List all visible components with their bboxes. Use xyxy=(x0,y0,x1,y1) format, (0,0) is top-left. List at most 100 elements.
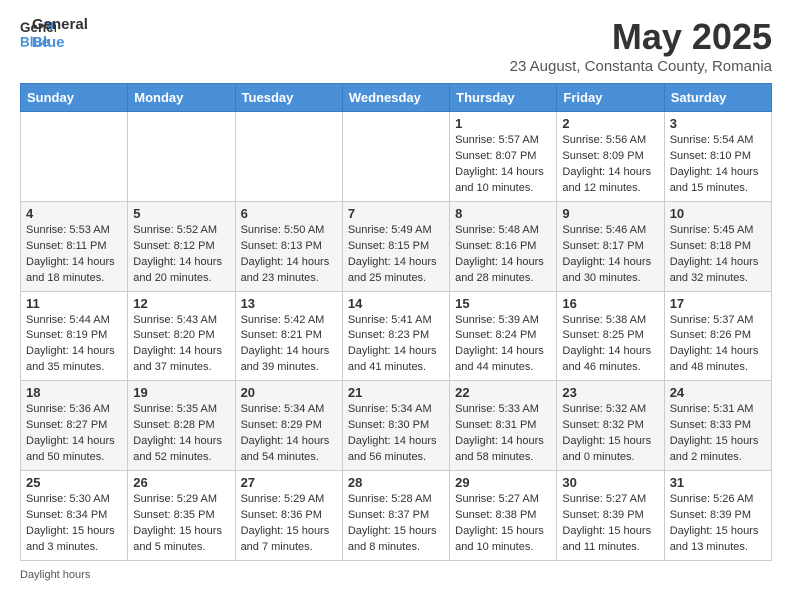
week-row-3: 11 Sunrise: 5:44 AM Sunset: 8:19 PM Dayli… xyxy=(21,291,772,381)
day-num-31: 31 xyxy=(670,475,766,490)
daylight-label: Daylight hours xyxy=(20,569,90,581)
cell-w2-d4: 7Sunrise: 5:49 AM Sunset: 8:15 PM Daylig… xyxy=(342,201,449,291)
day-num-27: 27 xyxy=(241,475,337,490)
cell-w2-d5: 8 Sunrise: 5:48 AM Sunset: 8:16 PM Daylig… xyxy=(450,201,557,291)
day-num-10: 10 xyxy=(670,206,766,221)
cell-w1-d7: 3 Sunrise: 5:54 AM Sunset: 8:10 PM Daylig… xyxy=(664,112,771,202)
day-info-1: Sunrise: 5:57 AM Sunset: 8:07 PM Dayligh… xyxy=(455,133,551,197)
day-num-1: 1 xyxy=(455,116,551,131)
day-num-16: 16 xyxy=(562,296,658,311)
day-num-4: 4 xyxy=(26,206,122,221)
day-num-29: 29 xyxy=(455,475,551,490)
day-num-30: 30 xyxy=(562,475,658,490)
day-info-31: Sunrise: 5:26 AM Sunset: 8:39 PM Dayligh… xyxy=(670,492,766,556)
day-num-14: 14 xyxy=(348,296,444,311)
day-info-7: Sunrise: 5:49 AM Sunset: 8:15 PM Dayligh… xyxy=(348,223,444,287)
week-row-4: 18 Sunrise: 5:36 AM Sunset: 8:27 PM Dayli… xyxy=(21,381,772,471)
day-info-29: Sunrise: 5:27 AM Sunset: 8:38 PM Dayligh… xyxy=(455,492,551,556)
day-info-28: Sunrise: 5:28 AM Sunset: 8:37 PM Dayligh… xyxy=(348,492,444,556)
cell-w1-d6: 2 Sunrise: 5:56 AM Sunset: 8:09 PM Daylig… xyxy=(557,112,664,202)
day-info-26: Sunrise: 5:29 AM Sunset: 8:35 PM Dayligh… xyxy=(133,492,229,556)
day-info-4: Sunrise: 5:53 AM Sunset: 8:11 PM Dayligh… xyxy=(26,223,122,287)
day-num-28: 28 xyxy=(348,475,444,490)
day-num-21: 21 xyxy=(348,385,444,400)
cell-w4-d2: 19Sunrise: 5:35 AM Sunset: 8:28 PM Dayli… xyxy=(128,381,235,471)
cell-w4-d3: 20 Sunrise: 5:34 AM Sunset: 8:29 PM Dayli… xyxy=(235,381,342,471)
day-info-9: Sunrise: 5:46 AM Sunset: 8:17 PM Dayligh… xyxy=(562,223,658,287)
week-row-5: 25Sunrise: 5:30 AM Sunset: 8:34 PM Dayli… xyxy=(21,471,772,561)
cell-w3-d3: 13 Sunrise: 5:42 AM Sunset: 8:21 PM Dayli… xyxy=(235,291,342,381)
header-sunday: Sunday xyxy=(21,84,128,112)
main-title: May 2025 xyxy=(510,16,772,58)
cell-w4-d6: 23Sunrise: 5:32 AM Sunset: 8:32 PM Dayli… xyxy=(557,381,664,471)
day-info-15: Sunrise: 5:39 AM Sunset: 8:24 PM Dayligh… xyxy=(455,313,551,377)
header-friday: Friday xyxy=(557,84,664,112)
header-thursday: Thursday xyxy=(450,84,557,112)
day-info-16: Sunrise: 5:38 AM Sunset: 8:25 PM Dayligh… xyxy=(562,313,658,377)
day-num-3: 3 xyxy=(670,116,766,131)
cell-w5-d1: 25Sunrise: 5:30 AM Sunset: 8:34 PM Dayli… xyxy=(21,471,128,561)
cell-w5-d5: 29 Sunrise: 5:27 AM Sunset: 8:38 PM Dayli… xyxy=(450,471,557,561)
day-num-24: 24 xyxy=(670,385,766,400)
cell-w3-d4: 14Sunrise: 5:41 AM Sunset: 8:23 PM Dayli… xyxy=(342,291,449,381)
cell-w3-d1: 11 Sunrise: 5:44 AM Sunset: 8:19 PM Dayli… xyxy=(21,291,128,381)
cell-w5-d4: 28 Sunrise: 5:28 AM Sunset: 8:37 PM Dayli… xyxy=(342,471,449,561)
day-num-20: 20 xyxy=(241,385,337,400)
cell-w2-d6: 9 Sunrise: 5:46 AM Sunset: 8:17 PM Daylig… xyxy=(557,201,664,291)
calendar-table: SundayMondayTuesdayWednesdayThursdayFrid… xyxy=(20,83,772,561)
cell-w2-d3: 6 Sunrise: 5:50 AM Sunset: 8:13 PM Daylig… xyxy=(235,201,342,291)
day-info-21: Sunrise: 5:34 AM Sunset: 8:30 PM Dayligh… xyxy=(348,402,444,466)
cell-w2-d2: 5 Sunrise: 5:52 AM Sunset: 8:12 PM Daylig… xyxy=(128,201,235,291)
day-num-13: 13 xyxy=(241,296,337,311)
day-num-25: 25 xyxy=(26,475,122,490)
day-info-6: Sunrise: 5:50 AM Sunset: 8:13 PM Dayligh… xyxy=(241,223,337,287)
day-num-18: 18 xyxy=(26,385,122,400)
day-info-30: Sunrise: 5:27 AM Sunset: 8:39 PM Dayligh… xyxy=(562,492,658,556)
cell-w5-d6: 30 Sunrise: 5:27 AM Sunset: 8:39 PM Dayli… xyxy=(557,471,664,561)
header-saturday: Saturday xyxy=(664,84,771,112)
day-info-20: Sunrise: 5:34 AM Sunset: 8:29 PM Dayligh… xyxy=(241,402,337,466)
day-num-9: 9 xyxy=(562,206,658,221)
day-info-11: Sunrise: 5:44 AM Sunset: 8:19 PM Dayligh… xyxy=(26,313,122,377)
logo: General Blue General Blue xyxy=(20,16,88,52)
day-info-3: Sunrise: 5:54 AM Sunset: 8:10 PM Dayligh… xyxy=(670,133,766,197)
cell-w1-d5: 1 Sunrise: 5:57 AM Sunset: 8:07 PM Daylig… xyxy=(450,112,557,202)
day-num-5: 5 xyxy=(133,206,229,221)
title-block: May 2025 23 August, Constanta County, Ro… xyxy=(510,16,772,75)
cell-w3-d7: 17 Sunrise: 5:37 AM Sunset: 8:26 PM Dayli… xyxy=(664,291,771,381)
day-num-17: 17 xyxy=(670,296,766,311)
header-tuesday: Tuesday xyxy=(235,84,342,112)
day-info-13: Sunrise: 5:42 AM Sunset: 8:21 PM Dayligh… xyxy=(241,313,337,377)
day-num-12: 12 xyxy=(133,296,229,311)
week-row-1: 1 Sunrise: 5:57 AM Sunset: 8:07 PM Daylig… xyxy=(21,112,772,202)
cell-w4-d1: 18 Sunrise: 5:36 AM Sunset: 8:27 PM Dayli… xyxy=(21,381,128,471)
cell-w2-d7: 10Sunrise: 5:45 AM Sunset: 8:18 PM Dayli… xyxy=(664,201,771,291)
cell-w5-d7: 31 Sunrise: 5:26 AM Sunset: 8:39 PM Dayli… xyxy=(664,471,771,561)
weekday-header-row: SundayMondayTuesdayWednesdayThursdayFrid… xyxy=(21,84,772,112)
day-num-6: 6 xyxy=(241,206,337,221)
logo-blue: Blue xyxy=(32,34,88,52)
day-num-8: 8 xyxy=(455,206,551,221)
day-num-19: 19 xyxy=(133,385,229,400)
cell-w3-d2: 12Sunrise: 5:43 AM Sunset: 8:20 PM Dayli… xyxy=(128,291,235,381)
day-num-11: 11 xyxy=(26,296,122,311)
day-num-26: 26 xyxy=(133,475,229,490)
day-info-2: Sunrise: 5:56 AM Sunset: 8:09 PM Dayligh… xyxy=(562,133,658,197)
day-info-17: Sunrise: 5:37 AM Sunset: 8:26 PM Dayligh… xyxy=(670,313,766,377)
day-info-8: Sunrise: 5:48 AM Sunset: 8:16 PM Dayligh… xyxy=(455,223,551,287)
day-num-2: 2 xyxy=(562,116,658,131)
day-info-23: Sunrise: 5:32 AM Sunset: 8:32 PM Dayligh… xyxy=(562,402,658,466)
header: General Blue General Blue May 2025 23 Au… xyxy=(20,16,772,75)
day-info-18: Sunrise: 5:36 AM Sunset: 8:27 PM Dayligh… xyxy=(26,402,122,466)
day-info-5: Sunrise: 5:52 AM Sunset: 8:12 PM Dayligh… xyxy=(133,223,229,287)
cell-w1-d2 xyxy=(128,112,235,202)
cell-w1-d4 xyxy=(342,112,449,202)
cell-w4-d7: 24Sunrise: 5:31 AM Sunset: 8:33 PM Dayli… xyxy=(664,381,771,471)
cell-w3-d6: 16 Sunrise: 5:38 AM Sunset: 8:25 PM Dayli… xyxy=(557,291,664,381)
cell-w4-d5: 22Sunrise: 5:33 AM Sunset: 8:31 PM Dayli… xyxy=(450,381,557,471)
day-num-15: 15 xyxy=(455,296,551,311)
day-num-22: 22 xyxy=(455,385,551,400)
cell-w4-d4: 21 Sunrise: 5:34 AM Sunset: 8:30 PM Dayli… xyxy=(342,381,449,471)
footer: Daylight hours xyxy=(20,569,772,581)
header-wednesday: Wednesday xyxy=(342,84,449,112)
